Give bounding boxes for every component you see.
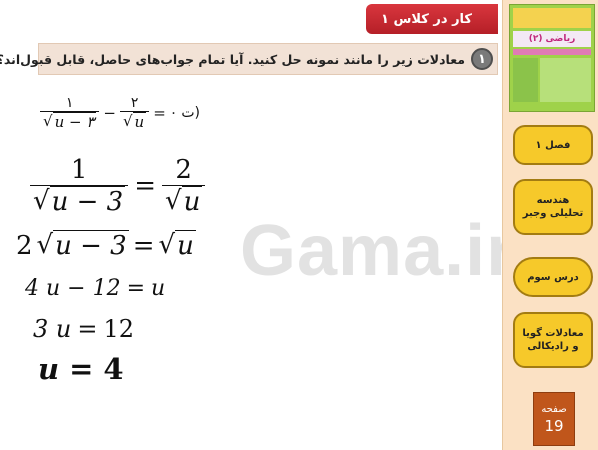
radical-icon: √ xyxy=(122,112,133,130)
step2-sqrt-left: √ u − 3 xyxy=(37,230,129,261)
question-text: معادلات زیر را مانند نمونه حل کنید. آیا … xyxy=(0,51,465,67)
radical-icon: √ xyxy=(43,112,53,130)
problem-fraction-right: ۲ √ u xyxy=(119,95,150,131)
problem-zero: ۰ xyxy=(169,105,178,121)
watermark: Gama.ir xyxy=(240,211,516,291)
step1-equals: = xyxy=(134,171,156,201)
problem-label: ت) xyxy=(181,105,200,121)
page-number: 19 xyxy=(544,416,564,435)
step3-equals: = xyxy=(126,276,146,301)
problem-sqrt-right: √ u xyxy=(119,111,150,131)
step1-fraction-right: 2 √ u xyxy=(161,155,206,217)
step-4: 3 u = 12 xyxy=(33,315,134,343)
thumbnail-block-right xyxy=(540,58,591,102)
step3-lhs: 4 u − 12 xyxy=(25,276,121,301)
problem-minus: − xyxy=(103,104,116,122)
thumbnail-block-left xyxy=(513,58,539,102)
question-number-badge: ۱ xyxy=(471,48,493,70)
step4-lhs: 3 u xyxy=(33,315,72,343)
step-1: 1 √ u − 3 = 2 √ u xyxy=(30,155,206,217)
section-title: کار در کلاس ۱ xyxy=(381,11,472,27)
step3-rhs: u xyxy=(151,276,166,301)
problem-equation: ۱ √ u − ۳ − ۲ √ u = ۰ ت) xyxy=(40,95,208,131)
step5-rhs: 4 xyxy=(103,352,124,386)
step2-equals: = xyxy=(132,230,155,261)
step-5: u = 4 xyxy=(38,352,124,386)
step1-sqrt-right: √ u xyxy=(161,185,206,217)
step-3: 4 u − 12 = u xyxy=(25,276,165,301)
problem-fraction-left: ۱ √ u − ۳ xyxy=(40,95,100,131)
page-indicator: صفحه 19 xyxy=(533,392,575,446)
step5-lhs: u xyxy=(38,352,60,386)
step1-radicand-left: u − 3 xyxy=(49,186,126,217)
problem-sqrt-left: √ u − ۳ xyxy=(40,111,100,131)
thumbnail-body xyxy=(513,58,591,102)
thumbnail-header xyxy=(513,8,591,28)
step1-numerator-left: 1 xyxy=(70,155,88,185)
section-title-tab: کار در کلاس ۱ xyxy=(366,4,498,34)
problem-numerator-right: ۲ xyxy=(130,95,139,111)
book-cover-thumbnail: ریاضی (۲) xyxy=(509,4,595,112)
step4-rhs: 12 xyxy=(103,315,135,343)
problem-equals: = xyxy=(153,104,166,122)
step2-radicand-left: u − 3 xyxy=(53,230,129,261)
step2-radicand-right: u xyxy=(175,230,196,261)
lesson-button[interactable]: درس سوم xyxy=(513,257,593,297)
section-button[interactable]: هندسه تحلیلی وجبر xyxy=(513,179,593,235)
step5-equals: = xyxy=(69,352,94,386)
topic-button[interactable]: معادلات گویا و رادیکالی xyxy=(513,312,593,368)
step1-fraction-left: 1 √ u − 3 xyxy=(30,155,129,217)
slide-main: کار در کلاس ۱ ۱ معادلات زیر را مانند نمو… xyxy=(0,0,514,450)
step2-coefficient: 2 xyxy=(16,230,33,261)
step1-sqrt-left: √ u − 3 xyxy=(30,185,129,217)
step-2: 2 √ u − 3 = √ u xyxy=(16,230,196,261)
radical-icon: √ xyxy=(158,230,176,260)
radical-icon: √ xyxy=(36,230,54,260)
problem-numerator-left: ۱ xyxy=(65,95,74,111)
chapter-button[interactable]: فصل ۱ xyxy=(513,125,593,165)
problem-radicand-right: u xyxy=(132,112,147,131)
problem-radicand-left: u − ۳ xyxy=(52,112,97,131)
step1-numerator-right: 2 xyxy=(175,155,192,185)
step2-sqrt-right: √ u xyxy=(159,230,196,261)
thumbnail-title: ریاضی (۲) xyxy=(513,31,591,47)
step1-radicand-right: u xyxy=(181,186,203,217)
radical-icon: √ xyxy=(33,186,50,216)
page-label: صفحه xyxy=(541,403,567,415)
radical-icon: √ xyxy=(164,186,182,216)
step4-equals: = xyxy=(77,315,98,343)
question-bar: ۱ معادلات زیر را مانند نمونه حل کنید. آی… xyxy=(0,43,498,75)
thumbnail-strip xyxy=(513,49,591,55)
